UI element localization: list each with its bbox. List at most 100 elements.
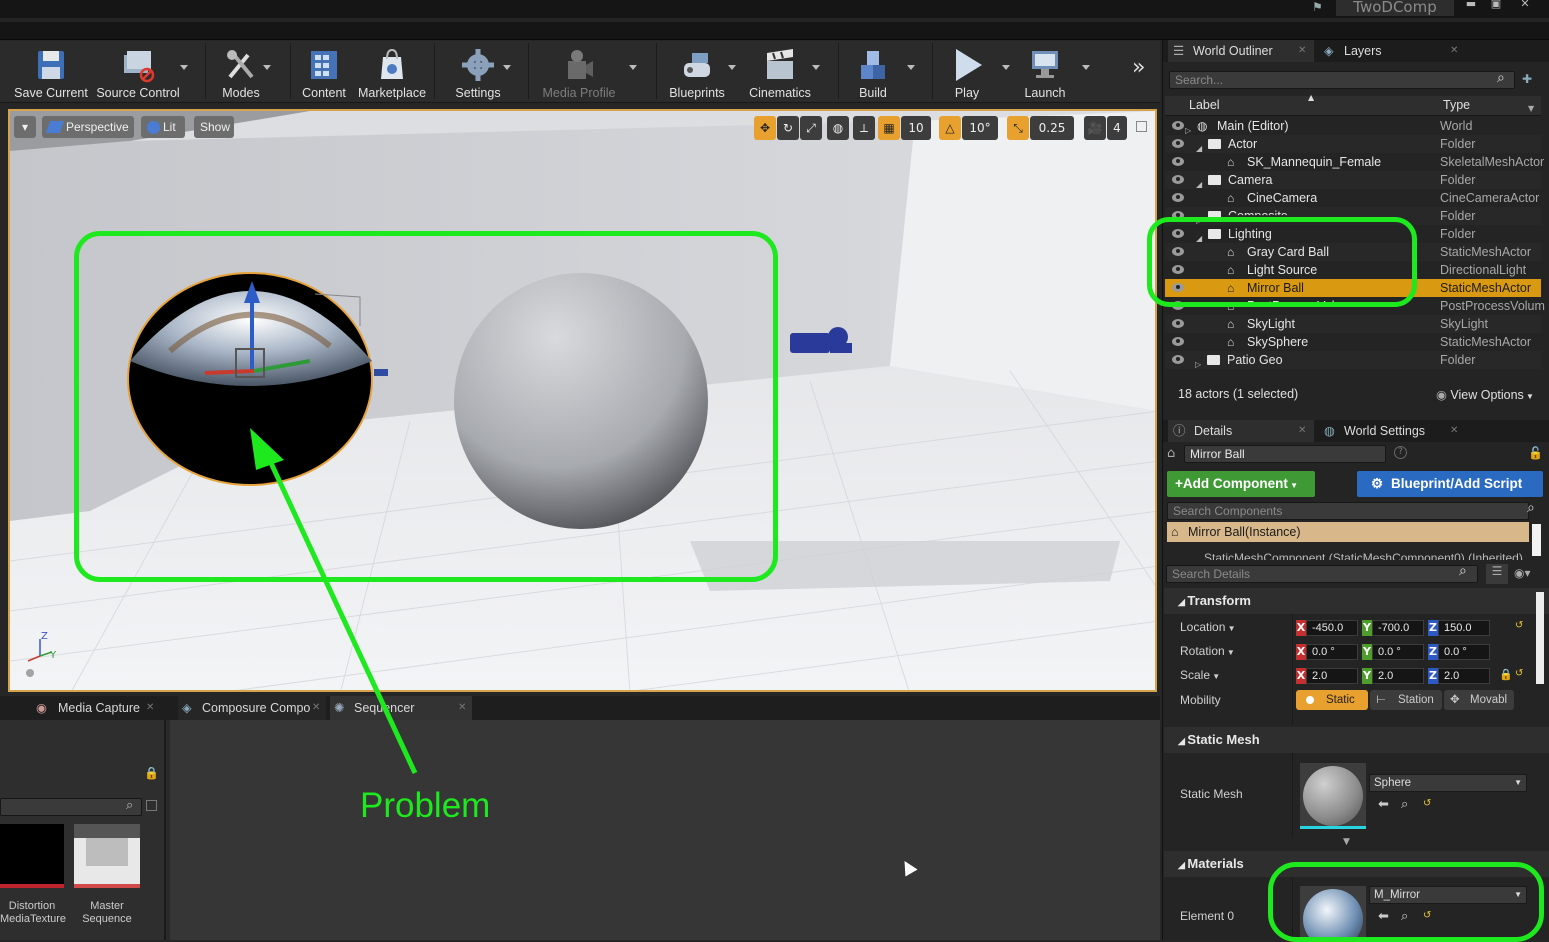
visibility-eye-icon[interactable] xyxy=(1172,319,1184,328)
content-search-input[interactable] xyxy=(0,798,142,816)
visibility-eye-icon[interactable] xyxy=(1172,355,1184,364)
viewport-options-button[interactable]: ▾ xyxy=(14,116,36,138)
lit-button[interactable]: Lit xyxy=(141,116,185,138)
camera-speed-icon[interactable]: 🎥 xyxy=(1084,116,1106,140)
mobility-movable-button[interactable]: ✥ Movabl xyxy=(1444,690,1514,710)
tab-world-settings[interactable]: ◍ World Settings ✕ xyxy=(1320,420,1466,442)
maximize-icon[interactable]: ▣ xyxy=(1485,0,1507,10)
outliner-row[interactable]: ⌂ SK_Mannequin_Female SkeletalMeshActor xyxy=(1165,153,1544,171)
surface-snap-icon[interactable]: ⟂ xyxy=(853,116,875,140)
scale-x-field[interactable]: 2.0 xyxy=(1306,668,1358,684)
view-options-button[interactable]: ◉ View Options ▼ xyxy=(1436,387,1534,402)
asset-distortion-thumbnail[interactable] xyxy=(0,824,64,888)
cinematics-button[interactable]: Cinematics xyxy=(745,45,815,101)
visibility-options-icon[interactable]: ◉▾ xyxy=(1514,566,1531,580)
scale-z-field[interactable]: 2.0 xyxy=(1438,668,1490,684)
transform-section-header[interactable]: ◢ Transform xyxy=(1164,588,1549,614)
close-tab-icon[interactable]: ✕ xyxy=(312,696,320,720)
close-tab-icon[interactable]: ✕ xyxy=(1298,40,1306,62)
maximize-viewport-icon[interactable] xyxy=(1136,121,1147,132)
help-icon[interactable]: ? xyxy=(1394,446,1407,459)
mobility-stationary-button[interactable]: ⊢ Station xyxy=(1370,690,1442,710)
visibility-eye-icon[interactable] xyxy=(1172,175,1184,184)
outliner-row[interactable]: ◢ Actor Folder xyxy=(1165,135,1541,153)
outliner-search-input[interactable]: Search... xyxy=(1169,71,1515,89)
media-profile-dropdown-icon[interactable] xyxy=(629,65,637,70)
cinematics-dropdown-icon[interactable] xyxy=(812,65,820,70)
close-tab-icon[interactable]: ✕ xyxy=(1450,420,1458,442)
scale-label[interactable]: Scale ▼ xyxy=(1180,668,1220,682)
media-profile-button[interactable]: Media Profile xyxy=(538,45,620,101)
rotate-mode-icon[interactable]: ↻ xyxy=(777,116,799,140)
reset-to-default-icon[interactable]: ↺ xyxy=(1423,798,1431,809)
location-x-field[interactable]: -450.0 xyxy=(1306,620,1358,636)
close-tab-icon[interactable]: ✕ xyxy=(1450,40,1458,62)
build-dropdown-icon[interactable] xyxy=(907,65,915,70)
lock-icon[interactable]: 🔒 xyxy=(144,766,159,780)
grid-snap-value[interactable]: 10 xyxy=(901,116,931,140)
visibility-eye-icon[interactable] xyxy=(1172,193,1184,202)
outliner-add-icon[interactable]: ✚ xyxy=(1522,72,1532,86)
toolbar-overflow-icon[interactable]: » xyxy=(1132,55,1145,80)
expand-advanced-icon[interactable]: ▼ xyxy=(1343,837,1350,847)
rotation-snap-value[interactable]: 10° xyxy=(962,116,998,140)
static-mesh-dropdown[interactable]: Sphere ▼ xyxy=(1369,774,1527,792)
close-tab-icon[interactable]: ✕ xyxy=(146,696,154,720)
save-current-button[interactable]: Save Current xyxy=(10,45,92,101)
settings-dropdown-icon[interactable] xyxy=(503,65,511,70)
tab-sequencer[interactable]: ✺ Sequencer ✕ xyxy=(330,696,472,720)
outliner-row[interactable]: ▷ Patio Geo Folder xyxy=(1165,351,1541,369)
location-z-field[interactable]: 150.0 xyxy=(1438,620,1490,636)
source-control-dropdown-icon[interactable] xyxy=(180,65,188,70)
use-selected-icon[interactable]: ⬅ xyxy=(1378,797,1389,812)
scale-snap-value[interactable]: 0.25 xyxy=(1030,116,1074,140)
rotation-label[interactable]: Rotation ▼ xyxy=(1180,644,1235,658)
grid-snap-icon[interactable]: ▦ xyxy=(878,116,900,140)
save-search-icon[interactable] xyxy=(146,800,157,811)
outliner-row[interactable]: ⌂ SkySphere StaticMeshActor xyxy=(1165,333,1541,351)
mobility-static-button[interactable]: Static xyxy=(1296,690,1368,710)
visibility-eye-icon[interactable] xyxy=(1172,121,1184,130)
rotation-snap-icon[interactable]: △ xyxy=(939,116,961,140)
tab-details[interactable]: ⓘ Details ✕ xyxy=(1168,420,1314,442)
details-scrollbar[interactable] xyxy=(1536,592,1544,684)
visibility-eye-icon[interactable] xyxy=(1172,139,1184,148)
scale-mode-icon[interactable]: ⤢ xyxy=(800,116,822,140)
location-y-field[interactable]: -700.0 xyxy=(1372,620,1424,636)
lock-icon[interactable]: 🔓 xyxy=(1528,446,1543,460)
play-button[interactable]: Play xyxy=(940,45,994,101)
outliner-row[interactable]: ⌂ SkyLight SkyLight xyxy=(1165,315,1541,333)
reset-to-default-icon[interactable]: ↺ xyxy=(1515,668,1523,679)
blueprint-add-script-button[interactable]: ⚙ Blueprint/Add Script xyxy=(1357,471,1543,497)
show-button[interactable]: Show xyxy=(194,116,234,138)
source-control-button[interactable]: Source Control xyxy=(94,45,182,101)
outliner-row[interactable]: ⌂ CineCamera CineCameraActor xyxy=(1165,189,1541,207)
add-component-button[interactable]: +Add Component ▼ xyxy=(1167,471,1315,497)
component-scrollbar[interactable] xyxy=(1532,524,1541,556)
world-local-icon[interactable]: ◍ xyxy=(827,116,849,140)
close-tab-icon[interactable]: ✕ xyxy=(458,696,466,720)
component-instance-row[interactable]: ⌂ Mirror Ball(Instance) xyxy=(1167,522,1529,542)
modes-button[interactable]: Modes xyxy=(210,45,272,101)
outliner-row[interactable]: ◢ Camera Folder xyxy=(1165,171,1541,189)
close-tab-icon[interactable]: ✕ xyxy=(1298,420,1306,442)
blueprints-button[interactable]: Blueprints xyxy=(666,45,728,101)
scale-snap-icon[interactable]: ⤡ xyxy=(1007,116,1029,140)
component-row[interactable]: StaticMeshComponent (StaticMeshComponent… xyxy=(1188,548,1528,560)
static-mesh-thumbnail[interactable] xyxy=(1300,763,1366,829)
search-components-input[interactable]: Search Components xyxy=(1167,502,1529,520)
rotation-x-field[interactable]: 0.0 ° xyxy=(1306,644,1358,660)
rotation-y-field[interactable]: 0.0 ° xyxy=(1372,644,1424,660)
play-dropdown-icon[interactable] xyxy=(1002,65,1010,70)
visibility-eye-icon[interactable] xyxy=(1172,337,1184,346)
settings-button[interactable]: Settings xyxy=(442,45,514,101)
column-options-icon[interactable]: ▼ xyxy=(1528,104,1534,113)
collapsed-arrow-icon[interactable]: ▷ xyxy=(1195,356,1201,374)
search-icon[interactable]: ⌕ xyxy=(126,798,133,813)
perspective-button[interactable]: Perspective xyxy=(42,116,134,138)
actor-name-field[interactable]: Mirror Ball xyxy=(1184,445,1386,463)
browse-icon[interactable]: ⌕ xyxy=(1401,797,1408,812)
launch-dropdown-icon[interactable] xyxy=(1082,65,1090,70)
column-label[interactable]: Label xyxy=(1189,98,1220,112)
visibility-eye-icon[interactable] xyxy=(1172,157,1184,166)
